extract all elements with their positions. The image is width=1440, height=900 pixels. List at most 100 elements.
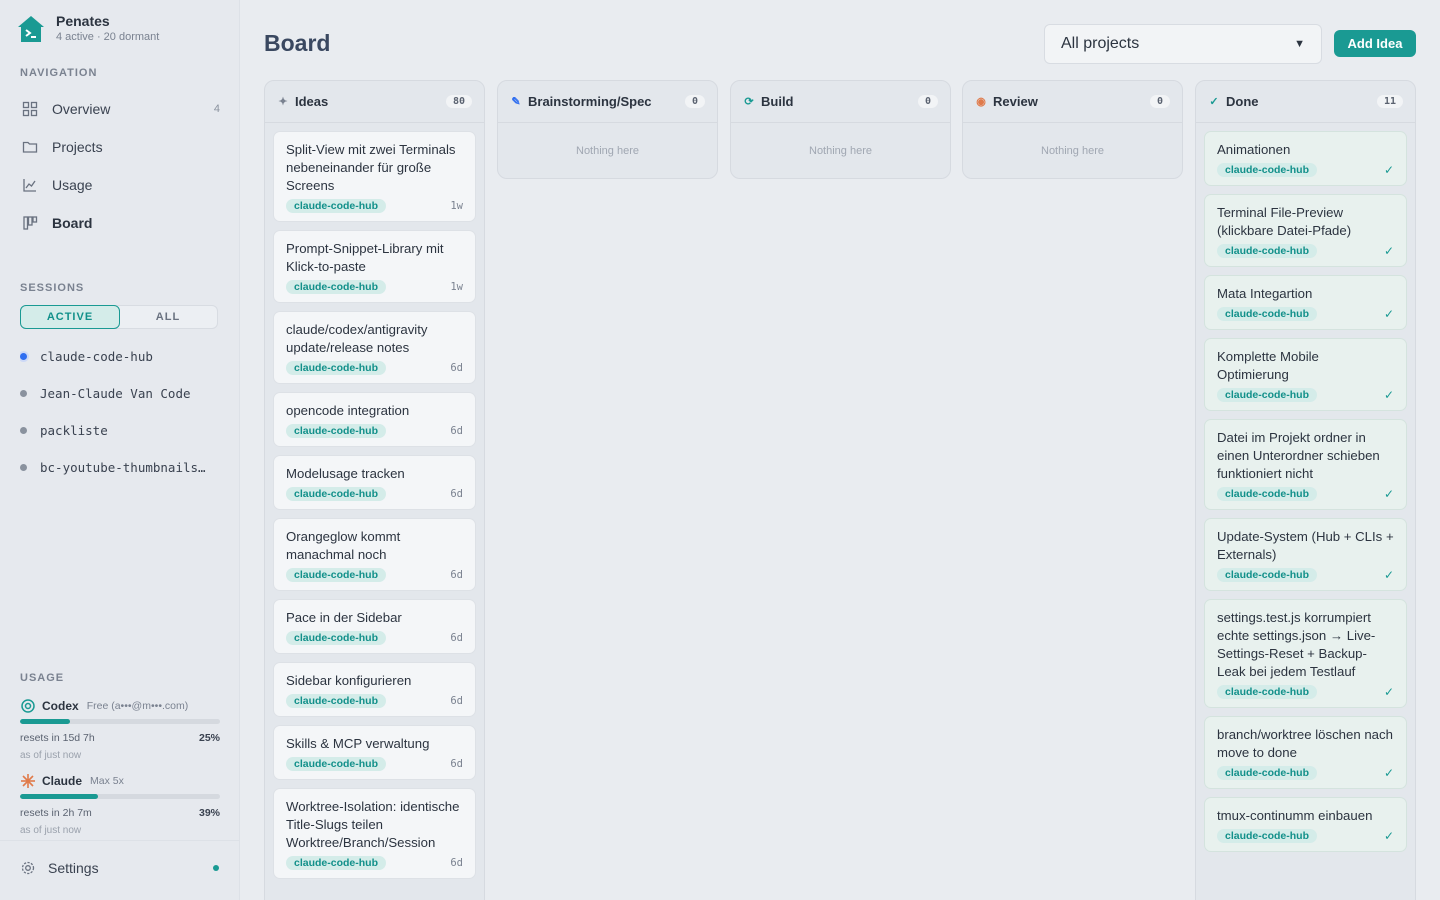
idea-card[interactable]: Terminal File-Preview (klickbare Datei-P… bbox=[1204, 194, 1407, 267]
project-filter-select[interactable]: All projects ▼ bbox=[1044, 24, 1322, 64]
usage-plan: Free (a•••@m•••.com) bbox=[86, 700, 189, 712]
check-icon: ✓ bbox=[1209, 96, 1219, 108]
card-title: Update-System (Hub + CLIs + Externals) bbox=[1217, 529, 1394, 562]
project-tag: claude-code-hub bbox=[286, 280, 387, 294]
project-tag: claude-code-hub bbox=[1217, 163, 1318, 177]
column-count: 11 bbox=[1376, 95, 1403, 108]
nav-item-board[interactable]: Board bbox=[12, 207, 228, 239]
check-icon: ✓ bbox=[1383, 568, 1394, 582]
column-count: 0 bbox=[684, 95, 705, 108]
idea-card[interactable]: settings.test.js korrumpiert echte setti… bbox=[1204, 599, 1407, 708]
card-list: Split-View mit zwei Terminals nebeneinan… bbox=[265, 123, 484, 895]
session-item[interactable]: bc-youtube-thumbnails… bbox=[20, 460, 220, 475]
tab-all[interactable]: ALL bbox=[119, 306, 217, 328]
brand-subtitle: 4 active · 20 dormant bbox=[56, 31, 160, 43]
idea-card[interactable]: Komplette Mobile Optimierung claude-code-… bbox=[1204, 338, 1407, 411]
idea-card[interactable]: Animationen claude-code-hub ✓ bbox=[1204, 131, 1407, 186]
session-item[interactable]: packliste bbox=[20, 423, 220, 438]
project-tag: claude-code-hub bbox=[286, 856, 387, 870]
card-title: branch/worktree löschen nach move to don… bbox=[1217, 727, 1393, 760]
target-icon: ◉ bbox=[976, 96, 986, 108]
usage-provider-name: Claude bbox=[42, 774, 83, 788]
nav-item-overview[interactable]: Overview 4 bbox=[12, 93, 228, 125]
card-title: Split-View mit zwei Terminals nebeneinan… bbox=[286, 142, 456, 193]
card-title: opencode integration bbox=[286, 403, 410, 418]
settings-button[interactable]: Settings bbox=[0, 840, 240, 894]
usage-codex[interactable]: Codex Free (a•••@m•••.com) resets in 15d… bbox=[20, 698, 220, 761]
column-header[interactable]: ✓ Done 11 bbox=[1196, 81, 1415, 123]
usage-resets: resets in 2h 7m bbox=[20, 807, 92, 819]
idea-card[interactable]: claude/codex/antigravity update/release … bbox=[273, 311, 476, 384]
usage-claude[interactable]: Claude Max 5x resets in 2h 7m 39% as of … bbox=[20, 773, 220, 836]
claude-icon bbox=[21, 774, 35, 788]
column-count: 80 bbox=[445, 95, 472, 108]
project-tag: claude-code-hub bbox=[286, 757, 387, 771]
idea-card[interactable]: Mata Integartion claude-code-hub ✓ bbox=[1204, 275, 1407, 330]
project-tag: claude-code-hub bbox=[1217, 487, 1318, 501]
check-icon: ✓ bbox=[1383, 244, 1394, 258]
column-brainstorming: ✎ Brainstorming/Spec 0 Nothing here bbox=[497, 80, 718, 179]
card-age: 6d bbox=[450, 695, 463, 707]
column-review: ◉ Review 0 Nothing here bbox=[962, 80, 1183, 179]
usage-asof: as of just now bbox=[20, 750, 82, 761]
idea-card[interactable]: Split-View mit zwei Terminals nebeneinan… bbox=[273, 131, 476, 222]
idea-card[interactable]: branch/worktree löschen nach move to don… bbox=[1204, 716, 1407, 789]
card-title: Sidebar konfigurieren bbox=[286, 673, 412, 688]
idea-card[interactable]: Datei im Projekt ordner in einen Unteror… bbox=[1204, 419, 1407, 510]
usage-progress-fill bbox=[20, 794, 98, 799]
column-title: Brainstorming/Spec bbox=[528, 94, 652, 109]
card-age: 6d bbox=[450, 569, 463, 581]
idea-card[interactable]: Orangeglow kommt manachmal noch claude-co… bbox=[273, 518, 476, 591]
column-header[interactable]: ⟳ Build 0 bbox=[731, 81, 950, 123]
column-header[interactable]: ◉ Review 0 bbox=[963, 81, 1182, 123]
project-filter-value: All projects bbox=[1061, 35, 1140, 52]
usage-percent: 25% bbox=[198, 732, 220, 744]
card-title: Mata Integartion bbox=[1217, 286, 1313, 301]
idea-card[interactable]: tmux-continumm einbauen claude-code-hub ✓ bbox=[1204, 797, 1407, 852]
navigation-label: NAVIGATION bbox=[20, 67, 98, 79]
session-name: packliste bbox=[40, 423, 108, 438]
column-title: Ideas bbox=[295, 94, 329, 109]
session-item[interactable]: claude-code-hub bbox=[20, 349, 220, 364]
card-title: Skills & MCP verwaltung bbox=[286, 736, 430, 751]
session-status-indicator bbox=[20, 464, 27, 471]
add-idea-button[interactable]: Add Idea bbox=[1334, 30, 1416, 57]
gear-icon bbox=[21, 861, 35, 874]
card-title: Pace in der Sidebar bbox=[286, 610, 402, 625]
tab-active[interactable]: ACTIVE bbox=[20, 305, 120, 329]
check-icon: ✓ bbox=[1383, 163, 1394, 177]
nav-item-usage[interactable]: Usage bbox=[12, 169, 228, 201]
check-icon: ✓ bbox=[1383, 766, 1394, 780]
nav-item-projects[interactable]: Projects bbox=[12, 131, 228, 163]
chevron-down-icon: ▼ bbox=[1294, 38, 1305, 50]
home-terminal-icon bbox=[18, 16, 44, 42]
column-header[interactable]: ✦ Ideas 80 bbox=[265, 81, 484, 123]
session-name: Jean-Claude Van Code bbox=[40, 386, 191, 401]
grid-icon bbox=[22, 101, 38, 117]
card-age: 1w bbox=[450, 200, 463, 212]
card-age: 6d bbox=[450, 425, 463, 437]
check-icon: ✓ bbox=[1383, 388, 1394, 402]
idea-card[interactable]: Modelusage tracken claude-code-hub 6d bbox=[273, 455, 476, 510]
empty-state: Nothing here bbox=[1041, 144, 1104, 157]
idea-card[interactable]: opencode integration claude-code-hub 6d bbox=[273, 392, 476, 447]
board-icon bbox=[23, 216, 38, 230]
card-list: Animationen claude-code-hub ✓ Terminal File… bbox=[1196, 123, 1415, 868]
idea-card[interactable]: Worktree-Isolation: identische Title-Slu… bbox=[273, 788, 476, 879]
nav-label: Projects bbox=[52, 139, 103, 155]
card-title: tmux-continumm einbauen bbox=[1217, 808, 1373, 823]
idea-card[interactable]: Pace in der Sidebar claude-code-hub 6d bbox=[273, 599, 476, 654]
column-header[interactable]: ✎ Brainstorming/Spec 0 bbox=[498, 81, 717, 123]
nav-label: Overview bbox=[52, 101, 111, 117]
project-tag: claude-code-hub bbox=[1217, 244, 1318, 258]
column-title: Review bbox=[993, 94, 1038, 109]
idea-card[interactable]: Update-System (Hub + CLIs + Externals) cl… bbox=[1204, 518, 1407, 591]
nav-label: Usage bbox=[52, 177, 93, 193]
idea-card[interactable]: Sidebar konfigurieren claude-code-hub 6d bbox=[273, 662, 476, 717]
project-tag: claude-code-hub bbox=[1217, 307, 1318, 321]
idea-card[interactable]: Prompt-Snippet-Library mit Klick-to-past… bbox=[273, 230, 476, 303]
idea-card[interactable]: Skills & MCP verwaltung claude-code-hub 6d bbox=[273, 725, 476, 780]
card-title: Worktree-Isolation: identische Title-Slu… bbox=[286, 799, 460, 850]
brand[interactable]: Penates 4 active · 20 dormant bbox=[16, 12, 159, 44]
session-item[interactable]: Jean-Claude Van Code bbox=[20, 386, 220, 401]
